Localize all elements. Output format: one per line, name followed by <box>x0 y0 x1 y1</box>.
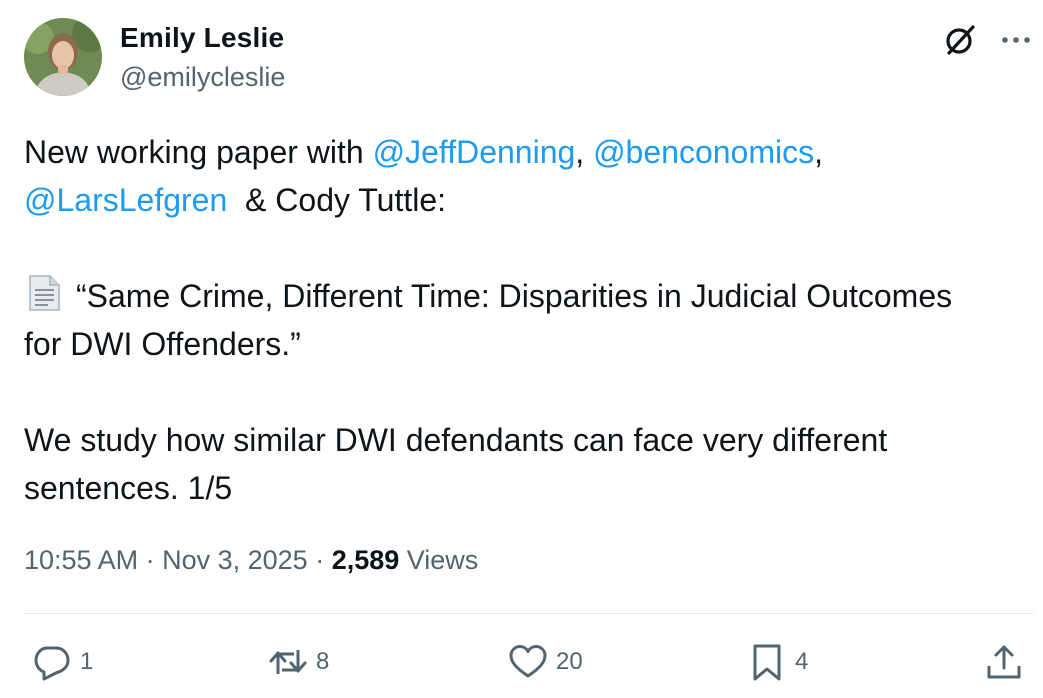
tweet-text-segment: , <box>575 134 594 170</box>
mention-benconomics[interactable]: @benconomics <box>593 134 814 170</box>
paper-title-line-1: “Same Crime, Different Time: Disparities… <box>76 278 953 314</box>
bookmark-icon <box>747 642 787 682</box>
tweet-line-1: New working paper with @JeffDenning, @be… <box>24 128 1024 176</box>
tweet-line-3: “Same Crime, Different Time: Disparities… <box>24 272 1024 320</box>
views-label[interactable]: Views <box>399 545 479 575</box>
share-button[interactable] <box>984 640 1024 684</box>
tweet-text-segment: & Cody Tuttle: <box>227 182 447 218</box>
reply-count: 1 <box>80 648 94 675</box>
tweet-text-segment: , <box>814 134 823 170</box>
tweet-time[interactable]: 10:55 AM <box>24 545 138 575</box>
like-count: 20 <box>556 648 583 675</box>
author-name[interactable]: Emily Leslie <box>120 22 284 54</box>
views-count[interactable]: 2,589 <box>332 545 400 575</box>
share-icon <box>984 642 1024 682</box>
repost-count: 8 <box>316 648 330 675</box>
tweet-body-line-2: sentences. 1/5 <box>24 470 233 506</box>
bookmark-button[interactable]: 4 <box>747 640 808 684</box>
repost-icon <box>268 642 308 682</box>
tweet-date[interactable]: Nov 3, 2025 <box>162 545 308 575</box>
like-button[interactable]: 20 <box>508 640 583 684</box>
tweet-meta: 10:55 AM · Nov 3, 2025 · 2,589 Views <box>24 545 478 576</box>
divider <box>24 613 1034 614</box>
meta-separator: · <box>307 545 332 575</box>
paper-title-line-2: for DWI Offenders.” <box>24 326 301 362</box>
bookmark-count: 4 <box>795 648 809 675</box>
author-handle[interactable]: @emilycleslie <box>120 62 285 93</box>
meta-separator: · <box>138 545 163 575</box>
tweet-text: New working paper with @JeffDenning, @be… <box>24 128 1024 512</box>
page-facing-up-icon <box>24 273 64 313</box>
repost-button[interactable]: 8 <box>268 640 329 684</box>
heart-icon <box>508 642 548 682</box>
mention-jeffdenning[interactable]: @JeffDenning <box>373 134 576 170</box>
tweet-text-segment: New working paper with <box>24 134 373 170</box>
reply-icon <box>32 642 72 682</box>
avatar[interactable] <box>24 18 102 96</box>
reply-button[interactable]: 1 <box>32 640 93 684</box>
grok-icon[interactable] <box>940 20 980 60</box>
mention-larslefgren[interactable]: @LarsLefgren <box>24 182 227 218</box>
tweet-body-line-1: We study how similar DWI defendants can … <box>24 422 888 458</box>
tweet-line-2: @LarsLefgren & Cody Tuttle: <box>24 176 1024 224</box>
more-options-icon[interactable] <box>996 20 1036 60</box>
